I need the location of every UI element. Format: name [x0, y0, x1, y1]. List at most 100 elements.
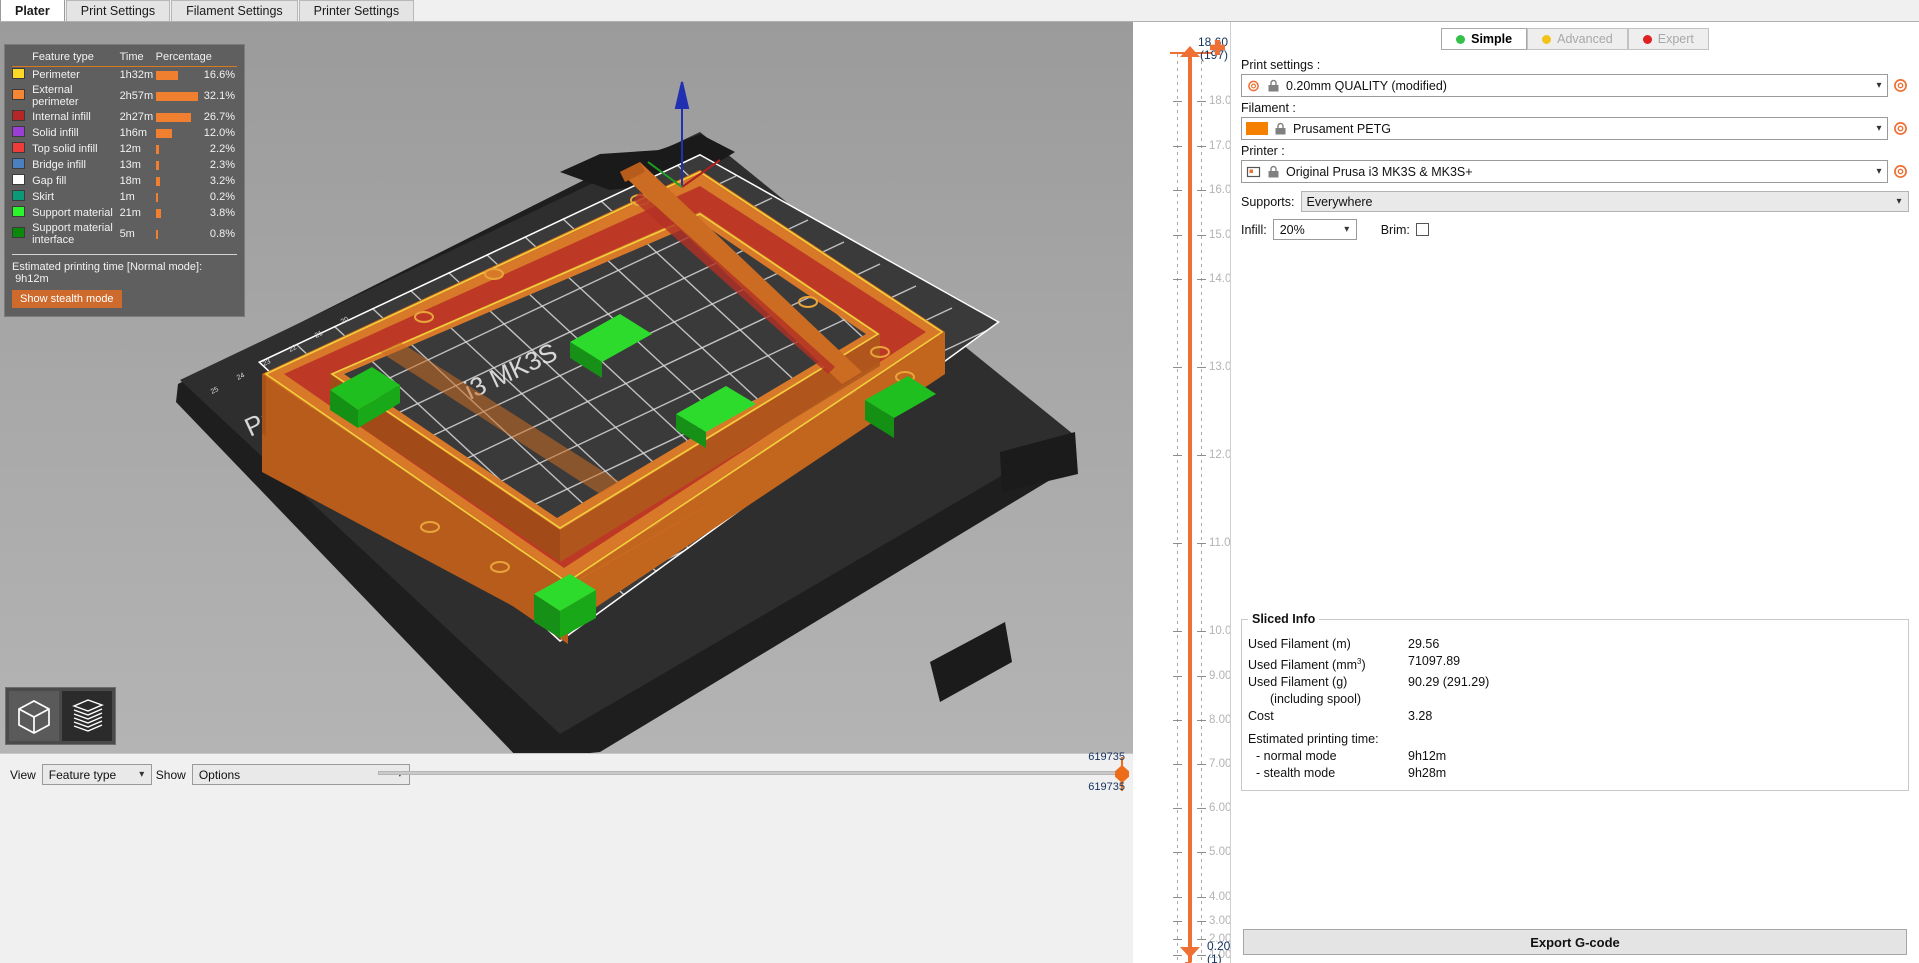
layer-tick-left [1173, 764, 1182, 766]
layer-tick-left [1173, 896, 1182, 898]
legend-row[interactable]: Support material interface 5m 0.8% [12, 221, 237, 247]
move-slider-track[interactable] [378, 771, 1123, 775]
chevron-down-icon: ▾ [1876, 80, 1882, 91]
sliced-info-value: 29.56 [1408, 637, 1440, 651]
gcode-preview-viewport[interactable]: 25 24 23 22 21 20 Prusa i3 MK3S [0, 22, 1133, 753]
legend-percentage-bar [155, 144, 159, 154]
legend-color-swatch [12, 126, 25, 137]
tab-plater[interactable]: Plater [0, 0, 65, 21]
legend-row[interactable]: Bridge infill 13m 2.3% [12, 157, 237, 173]
view-label: View [10, 767, 36, 782]
supports-row: Supports: Everywhere ▾ [1241, 191, 1909, 212]
chevron-down-icon: ▾ [1344, 224, 1350, 235]
legend-percentage-bar [155, 192, 158, 202]
tab-label: Plater [15, 3, 50, 18]
layer-slider[interactable]: 18.00 17.00 16.00 15.00 14.00 13.00 12.00 11.00… [1133, 22, 1238, 963]
layer-tick-right [1197, 954, 1206, 956]
sliced-info-row: Used Filament (mm3) 71097.89 [1248, 653, 1902, 674]
legend-col-percentage: Percentage [155, 50, 237, 67]
lock-icon [1268, 165, 1279, 177]
printer-select[interactable]: Original Prusa i3 MK3S & MK3S+ ▾ [1241, 160, 1888, 183]
legend-swatch-cell [12, 67, 30, 84]
printer-gear-icon[interactable] [1892, 163, 1909, 180]
mode-expert-button[interactable]: Expert [1627, 28, 1709, 50]
infill-select[interactable]: 20% ▾ [1272, 219, 1357, 240]
show-stealth-mode-button[interactable]: Show stealth mode [12, 290, 122, 308]
sliced-info-key: (including spool) [1270, 692, 1362, 707]
layer-tick-label: 9.00 [1209, 669, 1232, 682]
preview-view-button[interactable] [62, 691, 112, 741]
layer-tick-right [1197, 101, 1206, 103]
estimated-printing-time-title: Estimated printing time: [1248, 732, 1379, 747]
legend-swatch-cell [12, 141, 30, 157]
view-mode-toggle [5, 687, 116, 745]
gcode-move-slider[interactable]: 619735 619735 [378, 751, 1129, 793]
legend-percentage-value: 3.2% [209, 175, 235, 187]
legend-color-swatch [12, 227, 25, 238]
estimated-time-key: - stealth mode [1256, 766, 1336, 781]
legend-feature-name: Internal infill [32, 111, 91, 123]
legend-feature-name: Solid infill [32, 127, 79, 139]
legend-swatch-cell [12, 125, 30, 141]
chevron-down-icon: ▾ [139, 769, 145, 780]
legend-row[interactable]: Support material 21m 3.8% [12, 205, 237, 221]
editor-view-button[interactable] [9, 691, 59, 741]
filament-color-swatch [1246, 122, 1268, 135]
legend-swatch-cell [12, 109, 30, 125]
mode-advanced-button[interactable]: Advanced [1527, 28, 1628, 50]
tab-print-settings[interactable]: Print Settings [65, 0, 171, 21]
brim-checkbox[interactable] [1415, 223, 1429, 236]
tab-printer-settings[interactable]: Printer Settings [298, 0, 415, 21]
mode-simple-button[interactable]: Simple [1441, 28, 1528, 50]
filament-gear-icon[interactable] [1892, 120, 1909, 137]
legend-bar-cell [155, 157, 201, 173]
legend-row[interactable]: Solid infill 1h6m 12.0% [12, 125, 237, 141]
sliced-info-key: Cost [1248, 709, 1274, 724]
chevron-down-icon: ▾ [1876, 123, 1882, 134]
mode-advanced-label: Advanced [1557, 32, 1613, 46]
legend-feature-time: 13m [119, 159, 141, 171]
view-select[interactable]: Feature type ▾ [41, 764, 152, 785]
feature-type-legend: Feature type Time Percentage Perimeter 1h… [4, 44, 245, 317]
export-gcode-button[interactable]: Export G-code [1243, 929, 1907, 955]
print-settings-gear-icon[interactable] [1892, 77, 1909, 94]
infill-value: 20% [1279, 222, 1305, 237]
legend-feature-name: Support material interface [32, 222, 113, 246]
legend-col-swatch [12, 50, 31, 67]
sliced-info-title: Sliced Info [1252, 612, 1316, 626]
sliced-info-key: Used Filament (mm3) [1248, 657, 1366, 673]
sliced-info-key: Used Filament (g) [1248, 675, 1348, 690]
supports-label: Supports: [1241, 194, 1295, 209]
layer-tick-label: 6.00 [1209, 801, 1232, 814]
estimated-time-value: 9h28m [1408, 766, 1447, 781]
supports-select[interactable]: Everywhere ▾ [1300, 191, 1909, 212]
legend-percentage-bar [155, 176, 160, 186]
legend-row[interactable]: Internal infill 2h27m 26.7% [12, 109, 237, 125]
layer-slider-rail[interactable] [1188, 54, 1192, 962]
lock-icon [1268, 79, 1279, 91]
layer-tick-left [1173, 234, 1182, 236]
legend-row[interactable]: Skirt 1m 0.2% [12, 189, 237, 205]
layer-tick-label: 7.00 [1209, 758, 1232, 771]
sliced-info-row: Cost 3.28 [1248, 708, 1902, 725]
legend-row[interactable]: Top solid infill 12m 2.2% [12, 141, 237, 157]
filament-row: Prusament PETG ▾ [1241, 117, 1909, 140]
layer-slider-lower-thumb[interactable] [1180, 947, 1200, 958]
print-settings-select[interactable]: 0.20mm QUALITY (modified) ▾ [1241, 74, 1888, 97]
tab-filament-settings[interactable]: Filament Settings [171, 0, 298, 21]
tab-label: Print Settings [80, 4, 156, 18]
layer-tick-right [1197, 279, 1206, 281]
chevron-down-icon: ▾ [1896, 196, 1902, 207]
legend-row[interactable]: Perimeter 1h32m 16.6% [12, 67, 237, 84]
legend-feature-name: External perimeter [32, 84, 79, 108]
legend-row[interactable]: Gap fill 18m 3.2% [12, 173, 237, 189]
legend-feature-time: 18m [119, 175, 141, 187]
layer-tick-right [1197, 807, 1206, 809]
filament-select[interactable]: Prusament PETG ▾ [1241, 117, 1888, 140]
legend-bar-cell [155, 141, 201, 157]
sliced-info-rows: Used Filament (m) 29.56 Used Filament (mm3… [1248, 636, 1902, 782]
layer-tick-right [1197, 921, 1206, 923]
legend-row[interactable]: External perimeter 2h57m 32.1% [12, 83, 237, 109]
mode-expert-label: Expert [1657, 32, 1694, 46]
legend-swatch-cell [12, 173, 30, 189]
